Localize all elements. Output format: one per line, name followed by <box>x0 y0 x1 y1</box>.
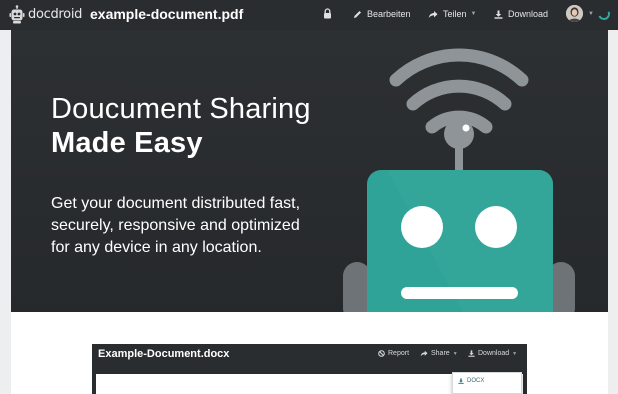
download-label: Download <box>508 9 549 19</box>
robot-logo-icon <box>9 5 25 24</box>
lock-button[interactable] <box>323 8 332 19</box>
dropdown-item-docx[interactable]: DOCX <box>458 378 484 384</box>
avatar-image <box>566 5 583 22</box>
pencil-icon <box>354 10 361 18</box>
user-avatar[interactable] <box>566 5 583 22</box>
viewer-document-title: Example-Document.docx <box>98 348 230 360</box>
loading-spinner-icon <box>596 6 612 22</box>
chevron-down-icon: ▼ <box>452 350 458 357</box>
viewer-share-button[interactable]: Share ▼ <box>420 350 458 357</box>
document-title: example-document.pdf <box>90 6 244 22</box>
viewer-share-label: Share <box>431 350 450 357</box>
logo[interactable]: docdroid <box>9 5 82 24</box>
chevron-down-icon: ▼ <box>470 11 477 17</box>
share-button[interactable]: Teilen ▼ <box>428 9 476 19</box>
hero-description: Get your document distributed fast, secu… <box>51 195 301 256</box>
lock-icon <box>324 8 331 19</box>
edit-button[interactable]: Bearbeiten <box>353 9 411 19</box>
edit-label: Bearbeiten <box>367 9 411 19</box>
download-button[interactable]: Download <box>494 9 548 19</box>
chevron-down-icon: ▼ <box>512 350 518 357</box>
robot-illustration <box>343 48 575 312</box>
top-navbar: docdroid example-document.pdf Bearbeiten… <box>0 0 618 30</box>
share-icon <box>428 10 438 18</box>
report-button[interactable]: Report <box>378 350 409 357</box>
logo-text: docdroid <box>28 7 83 22</box>
download-icon <box>458 378 464 384</box>
download-icon <box>494 10 503 19</box>
report-label: Report <box>388 350 410 357</box>
download-icon <box>468 350 475 357</box>
download-dropdown-menu: DOCX <box>452 372 522 394</box>
dropdown-item-label: DOCX <box>467 378 485 384</box>
share-icon <box>420 350 428 357</box>
viewer-download-button[interactable]: Download ▼ <box>468 350 517 357</box>
hero-title: Doucument Sharing Made Easy <box>51 92 311 160</box>
share-label: Teilen <box>443 9 467 19</box>
hero-title-line1: Doucument Sharing <box>51 93 311 125</box>
hero-banner: Doucument Sharing Made Easy Get your doc… <box>11 30 608 312</box>
hero-title-line2: Made Easy <box>51 127 203 159</box>
viewer-download-label: Download <box>478 350 510 357</box>
ban-icon <box>378 350 385 357</box>
chevron-down-icon[interactable]: ▼ <box>588 11 594 17</box>
